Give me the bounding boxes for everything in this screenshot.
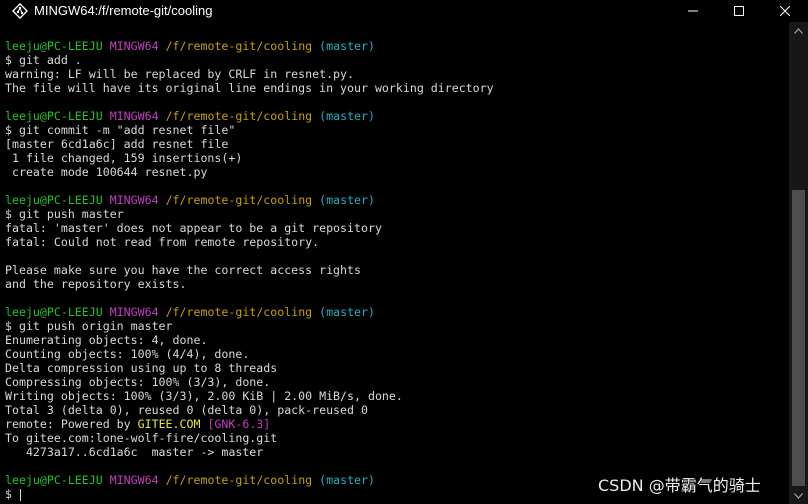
terminal-window: MINGW64:/f/remote-git/cooling leeju@PC-L… [0,0,808,504]
output-line: fatal: 'master' does not appear to be a … [5,221,382,235]
output-line: Compressing objects: 100% (3/3), done. [5,375,271,389]
prompt-branch: (master) [319,473,375,487]
minimize-icon [688,10,698,12]
command-line: $ git commit -m "add resnet file" [5,123,236,137]
remote-prefix: remote: Powered by [5,417,138,431]
prompt-line: leeju@PC-LEEJU MINGW64 /f/remote-git/coo… [5,109,785,123]
prompt-path: /f/remote-git/cooling [165,305,313,319]
command-prompt: $ [5,487,19,501]
text-cursor [19,488,21,501]
prompt-host: MINGW64 [109,473,159,487]
output-line: warning: LF will be replaced by CRLF in … [5,67,355,81]
prompt-branch: (master) [319,109,375,123]
gitee-label: GITEE.COM [137,417,201,431]
prompt-line: leeju@PC-LEEJU MINGW64 /f/remote-git/coo… [5,305,785,319]
terminal-output[interactable]: leeju@PC-LEEJU MINGW64 /f/remote-git/coo… [5,39,785,504]
prompt-user: leeju@PC-LEEJU [5,193,103,207]
output-line: [master 6cd1a6c] add resnet file [5,137,229,151]
csdn-watermark: CSDN @带霸气的骑士 [598,476,761,495]
output-line: 4273a17..6cd1a6c master -> master [5,445,264,459]
maximize-button[interactable] [716,0,762,22]
output-line: Delta compression using up to 8 threads [5,361,278,375]
command-line: $ git add . [5,53,82,67]
prompt-line: leeju@PC-LEEJU MINGW64 /f/remote-git/coo… [5,193,785,207]
command-line: $ git push master [5,207,124,221]
minimize-button[interactable] [670,0,716,22]
prompt-user: leeju@PC-LEEJU [5,39,103,53]
chevron-down-icon [794,492,803,499]
prompt-branch: (master) [319,39,375,53]
close-icon [780,6,790,16]
prompt-path: /f/remote-git/cooling [165,39,313,53]
output-line: The file will have its original line end… [5,81,494,95]
prompt-path: /f/remote-git/cooling [165,109,313,123]
prompt-line: leeju@PC-LEEJU MINGW64 /f/remote-git/coo… [5,39,785,53]
output-line: create mode 100644 resnet.py [5,165,208,179]
output-line: Writing objects: 100% (3/3), 2.00 KiB | … [5,389,403,403]
output-line: To gitee.com:lone-wolf-fire/cooling.git [5,431,278,445]
output-line: and the repository exists. [5,277,187,291]
scroll-up-button[interactable] [789,22,808,39]
remote-line: remote: Powered by GITEE.COM [GNK-6.3] [5,417,785,431]
output-line: fatal: Could not read from remote reposi… [5,235,320,249]
prompt-path: /f/remote-git/cooling [165,473,313,487]
prompt-host: MINGW64 [109,39,159,53]
scroll-down-button[interactable] [789,487,808,504]
output-line: Please make sure you have the correct ac… [5,263,361,277]
output-line: 1 file changed, 159 insertions(+) [5,151,243,165]
prompt-path: /f/remote-git/cooling [165,193,313,207]
output-line: Counting objects: 100% (4/4), done. [5,347,250,361]
maximize-icon [734,6,744,16]
prompt-host: MINGW64 [109,109,159,123]
output-line: Total 3 (delta 0), reused 0 (delta 0), p… [5,403,368,417]
prompt-branch: (master) [319,305,375,319]
gnk-label: [GNK-6.3] [207,417,271,431]
vertical-scrollbar[interactable] [789,22,808,504]
prompt-user: leeju@PC-LEEJU [5,305,103,319]
close-button[interactable] [762,0,808,22]
prompt-branch: (master) [319,193,375,207]
window-title: MINGW64:/f/remote-git/cooling [34,3,213,18]
chevron-up-icon [794,27,803,34]
title-bar[interactable]: MINGW64:/f/remote-git/cooling [0,0,808,22]
prompt-user: leeju@PC-LEEJU [5,109,103,123]
prompt-host: MINGW64 [109,305,159,319]
output-line: Enumerating objects: 4, done. [5,333,208,347]
prompt-host: MINGW64 [109,193,159,207]
command-line: $ git push origin master [5,319,173,333]
scrollbar-thumb[interactable] [792,190,805,486]
git-bash-diamond-icon [12,3,28,19]
prompt-user: leeju@PC-LEEJU [5,473,103,487]
